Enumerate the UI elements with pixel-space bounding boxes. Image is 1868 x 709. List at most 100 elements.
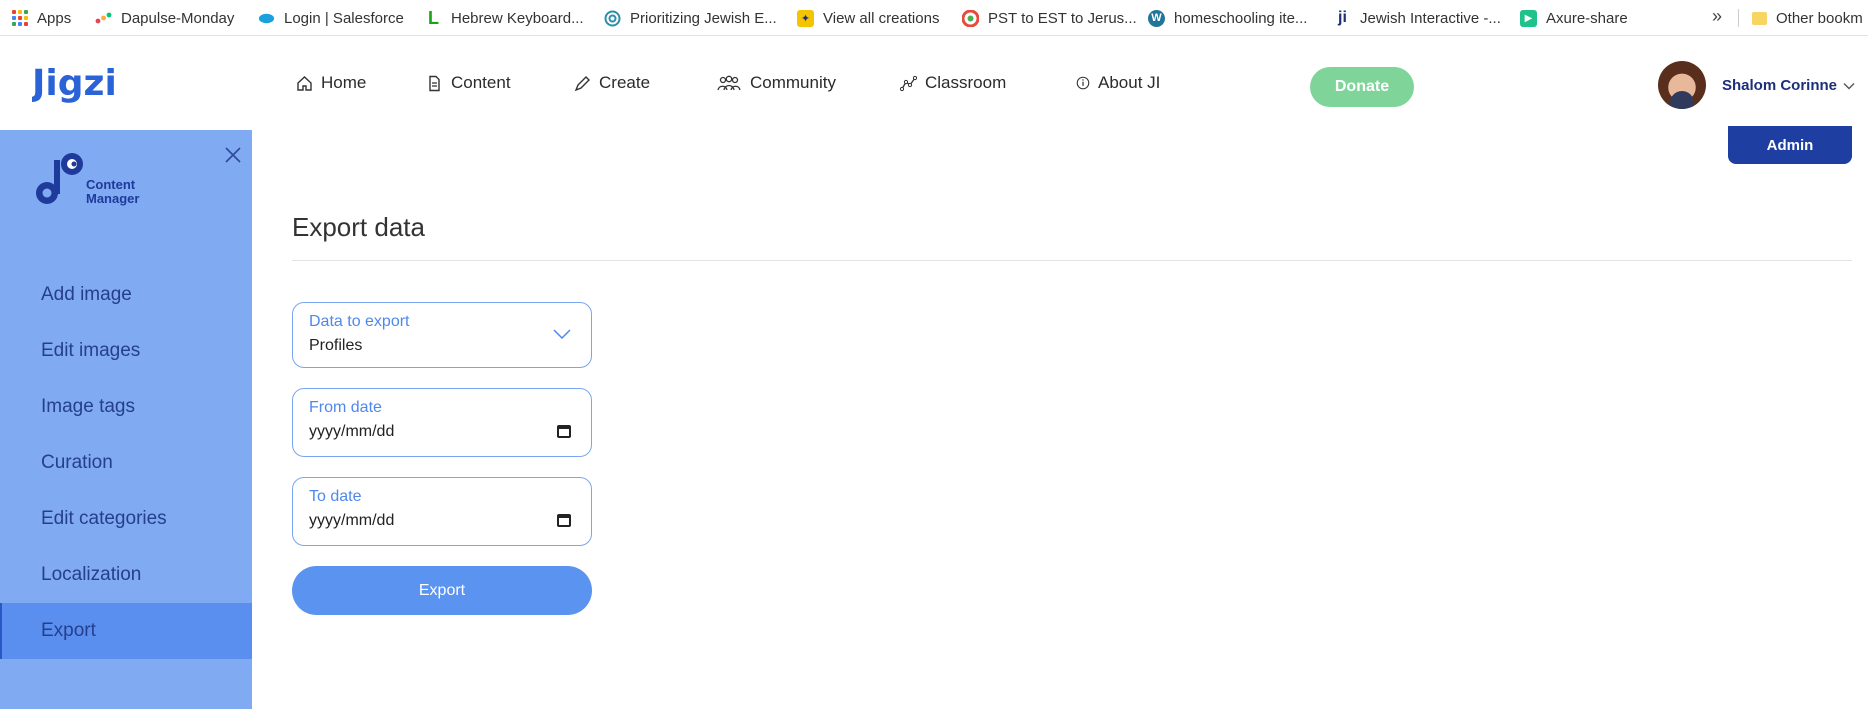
- calendar-icon[interactable]: [557, 514, 571, 527]
- content-manager-line: Manager: [86, 191, 140, 206]
- bookmark-salesforce[interactable]: Login | Salesforce: [258, 0, 404, 36]
- bookmarks-bar: Apps Dapulse-Monday Login | Salesforce L…: [0, 0, 1868, 36]
- ji-icon: ji: [1338, 9, 1347, 26]
- nav-community[interactable]: Community: [716, 37, 836, 129]
- bookmark-homeschooling[interactable]: W homeschooling ite...: [1148, 0, 1307, 36]
- sidebar-item-label: Image tags: [41, 396, 135, 417]
- bookmark-prioritizing[interactable]: Prioritizing Jewish E...: [604, 0, 777, 36]
- bookmark-label: Jewish Interactive -...: [1360, 9, 1501, 27]
- avatar[interactable]: [1658, 61, 1706, 109]
- content-manager-label: Content Manager: [86, 178, 139, 206]
- info-icon: [1076, 76, 1090, 90]
- bookmark-label: Hebrew Keyboard...: [451, 9, 584, 27]
- salesforce-cloud-icon: [258, 10, 275, 27]
- creations-icon: ✦: [797, 9, 814, 27]
- sidebar-item-label: Edit images: [41, 340, 141, 361]
- bookmark-label: Axure-share: [1546, 9, 1628, 27]
- close-icon[interactable]: [224, 146, 242, 164]
- data-to-export-value: Profiles: [309, 337, 363, 354]
- jigzi-logo[interactable]: Jigzi: [29, 61, 152, 104]
- to-date-field[interactable]: To date yyyy/mm/dd: [292, 477, 592, 546]
- chevron-down-icon: [1843, 82, 1855, 89]
- bookmark-label: PST to EST to Jerus...: [988, 9, 1137, 27]
- jigzi-logo-mark: Jigzi: [29, 63, 117, 104]
- clock-wheel-icon: [962, 9, 979, 27]
- data-to-export-select[interactable]: Data to export Profiles: [292, 302, 592, 368]
- wordpress-icon: W: [1148, 9, 1165, 27]
- nav-label: Content: [451, 73, 511, 92]
- spiral-icon: [604, 10, 621, 27]
- nav-about-ji[interactable]: About JI: [1076, 37, 1160, 129]
- sidebar-item-label: Edit categories: [41, 508, 167, 529]
- bookmark-other[interactable]: Other bookm: [1752, 0, 1863, 36]
- user-name: Shalom Corinne: [1722, 77, 1838, 94]
- graph-icon: [900, 75, 917, 91]
- content-manager-line: Content: [86, 177, 136, 192]
- pencil-icon: [574, 75, 590, 91]
- nav-label: Classroom: [925, 73, 1007, 92]
- bookmark-hebrew-keyboard[interactable]: L Hebrew Keyboard...: [425, 0, 584, 36]
- nav-label: Community: [750, 73, 836, 92]
- nav-create[interactable]: Create: [574, 37, 650, 129]
- user-menu[interactable]: Shalom Corinne: [1722, 77, 1855, 94]
- from-date-field[interactable]: From date yyyy/mm/dd: [292, 388, 592, 457]
- bookmarks-divider: [1738, 9, 1739, 27]
- sidebar-item-export[interactable]: Export: [0, 603, 252, 659]
- bookmark-monday[interactable]: Dapulse-Monday: [95, 0, 234, 36]
- to-date-label: To date: [309, 488, 362, 505]
- calendar-icon[interactable]: [557, 425, 571, 438]
- bookmark-view-creations[interactable]: ✦ View all creations: [797, 0, 939, 36]
- site-header: Jigzi Home Content Create Community Clas…: [0, 37, 1868, 129]
- content-manager-sidebar: Content Manager Add image Edit images Im…: [0, 130, 252, 709]
- donate-button[interactable]: Donate: [1310, 67, 1414, 107]
- title-divider: [292, 260, 1852, 261]
- sidebar-item-label: Localization: [41, 564, 142, 585]
- svg-text:Jigzi: Jigzi: [32, 63, 117, 103]
- play-icon: ▶: [1520, 9, 1537, 27]
- nav-home[interactable]: Home: [296, 37, 366, 129]
- bookmark-axure-share[interactable]: ▶ Axure-share: [1520, 0, 1628, 36]
- sidebar-item-localization[interactable]: Localization: [0, 547, 252, 603]
- data-to-export-label: Data to export: [309, 313, 410, 330]
- chevron-down-icon: [553, 329, 571, 339]
- bookmark-label: View all creations: [823, 9, 940, 27]
- bookmark-label: Apps: [37, 9, 72, 27]
- document-icon: [429, 75, 440, 91]
- nav-label: About JI: [1098, 73, 1161, 92]
- home-icon: [297, 75, 312, 91]
- sidebar-item-label: Add image: [41, 284, 132, 305]
- nav-content[interactable]: Content: [426, 37, 511, 129]
- export-button[interactable]: Export: [292, 566, 592, 615]
- bookmarks-overflow-chevron[interactable]: »: [1712, 6, 1722, 27]
- sidebar-item-edit-images[interactable]: Edit images: [0, 323, 252, 379]
- bookmark-label: Prioritizing Jewish E...: [630, 9, 777, 27]
- bookmark-label: Dapulse-Monday: [121, 9, 235, 27]
- bookmark-pst-est[interactable]: PST to EST to Jerus...: [962, 0, 1137, 36]
- letter-l-icon: L: [428, 7, 439, 28]
- sidebar-item-label: Export: [41, 620, 96, 641]
- sidebar-item-add-image[interactable]: Add image: [0, 267, 252, 323]
- to-date-input[interactable]: yyyy/mm/dd: [309, 512, 394, 530]
- monday-icon: [95, 10, 112, 27]
- content-manager-logo: [30, 150, 90, 215]
- nav-label: Create: [599, 73, 651, 92]
- bookmark-label: homeschooling ite...: [1174, 9, 1308, 27]
- folder-icon: [1752, 11, 1767, 25]
- bookmark-apps[interactable]: Apps: [12, 0, 71, 36]
- bookmark-label: Login | Salesforce: [284, 9, 404, 27]
- from-date-input[interactable]: yyyy/mm/dd: [309, 423, 394, 441]
- bookmark-jewish-interactive[interactable]: ji Jewish Interactive -...: [1334, 0, 1501, 36]
- from-date-label: From date: [309, 399, 382, 416]
- page-title: Export data: [292, 212, 425, 242]
- nav-classroom[interactable]: Classroom: [900, 37, 1006, 129]
- sidebar-item-curation[interactable]: Curation: [0, 435, 252, 491]
- sidebar-item-image-tags[interactable]: Image tags: [0, 379, 252, 435]
- admin-button[interactable]: Admin: [1728, 126, 1852, 164]
- ji-logo-mark: [36, 153, 83, 204]
- nav-label: Home: [321, 73, 367, 92]
- sidebar-item-label: Curation: [41, 452, 113, 473]
- apps-grid-icon: [12, 10, 28, 26]
- people-icon: [717, 75, 741, 90]
- bookmark-label: Other bookm: [1776, 9, 1863, 27]
- sidebar-item-edit-categories[interactable]: Edit categories: [0, 491, 252, 547]
